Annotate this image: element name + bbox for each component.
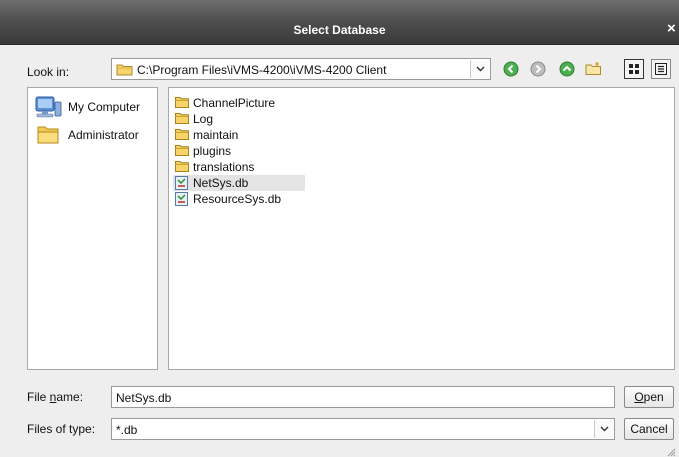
arrow-right-circle-icon (530, 61, 546, 77)
list-item[interactable]: translations (173, 159, 307, 175)
look-in-combo[interactable]: C:\Program Files\iVMS-4200\iVMS-4200 Cli… (111, 58, 491, 80)
place-my-computer[interactable]: My Computer (34, 96, 154, 118)
file-list: ChannelPicture Log maintain plugins tran… (168, 87, 675, 370)
new-folder-button[interactable] (582, 58, 604, 80)
detail-view-button[interactable] (651, 59, 671, 79)
list-item[interactable]: ResourceSys.db (173, 191, 307, 207)
list-view-button[interactable] (624, 59, 644, 79)
files-of-type-label: Files of type: (27, 422, 96, 436)
close-icon: × (667, 20, 676, 37)
dialog-title: Select Database (293, 23, 386, 37)
list-item-selected[interactable]: NetSys.db (173, 175, 305, 191)
list-item[interactable]: maintain (173, 127, 307, 143)
file-type-dropdown-button[interactable] (594, 420, 613, 438)
new-folder-icon (585, 62, 601, 75)
up-folder-button[interactable] (556, 58, 578, 80)
arrow-left-circle-icon (503, 61, 519, 77)
open-button[interactable]: Open (624, 386, 674, 408)
forward-button[interactable] (527, 58, 549, 80)
file-name: ChannelPicture (193, 96, 276, 110)
file-name: Log (193, 112, 214, 126)
folder-icon (175, 129, 189, 140)
file-type-value: *.db (116, 423, 138, 437)
file-type-select[interactable]: *.db (111, 418, 615, 440)
folder-icon (175, 161, 189, 172)
file-name: translations (193, 160, 255, 174)
resize-grip-icon[interactable] (664, 445, 676, 457)
look-in-dropdown-button[interactable] (470, 60, 489, 78)
place-label: My Computer (68, 100, 141, 114)
file-name: plugins (193, 144, 232, 158)
folder-icon (175, 113, 189, 124)
folder-icon (175, 97, 189, 108)
folder-icon (175, 145, 189, 156)
place-label: Administrator (68, 128, 139, 142)
places-sidebar: My Computer Administrator (27, 87, 158, 370)
chevron-down-icon (476, 66, 485, 72)
file-name: ResourceSys.db (193, 192, 282, 206)
look-in-label: Look in: (27, 65, 70, 79)
folder-icon (116, 64, 133, 76)
look-in-path: C:\Program Files\iVMS-4200\iVMS-4200 Cli… (137, 63, 387, 77)
list-item[interactable]: ChannelPicture (173, 95, 307, 111)
list-item[interactable]: Log (173, 111, 307, 127)
computer-icon (35, 96, 62, 118)
folder-icon (37, 126, 59, 144)
file-name-label: File name: (27, 390, 84, 404)
title-bar: Select Database × (0, 0, 679, 45)
file-name: NetSys.db (193, 176, 249, 190)
list-item[interactable]: plugins (173, 143, 307, 159)
file-name-value: NetSys.db (116, 391, 172, 405)
back-button[interactable] (500, 58, 522, 80)
file-name-input[interactable]: NetSys.db (111, 386, 615, 408)
db-file-icon (175, 192, 188, 206)
list-view-icon (629, 64, 639, 74)
db-file-icon (175, 176, 188, 190)
chevron-down-icon (600, 426, 609, 432)
detail-view-icon (655, 63, 667, 75)
cancel-button[interactable]: Cancel (624, 418, 674, 440)
place-administrator[interactable]: Administrator (34, 124, 154, 146)
close-button[interactable]: × (667, 20, 676, 37)
arrow-up-circle-icon (559, 61, 575, 77)
file-name: maintain (193, 128, 239, 142)
